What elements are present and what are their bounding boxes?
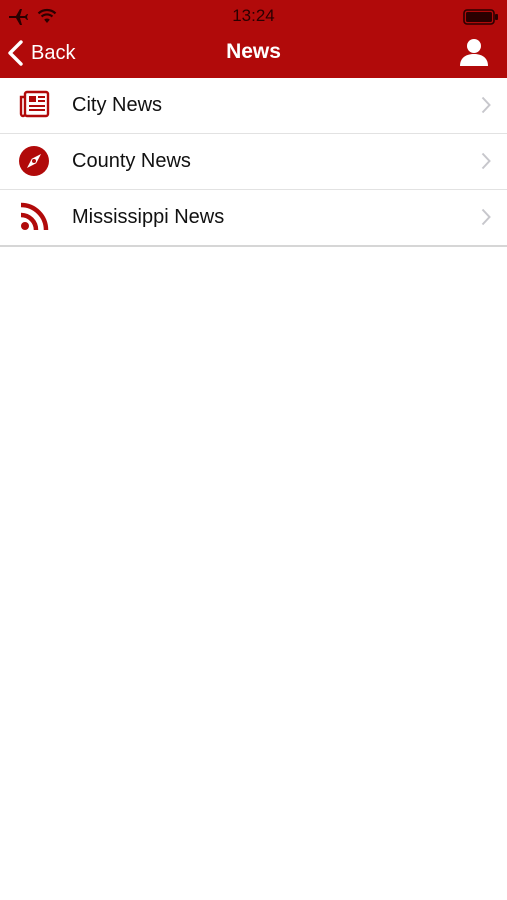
header: 13:24 Back News: [0, 0, 507, 78]
list-item-label: City News: [72, 94, 163, 116]
list-item-label: Mississippi News: [72, 206, 225, 228]
status-bar: 13:24: [0, 0, 507, 32]
rss-icon: [20, 202, 49, 231]
chevron-right-icon: [481, 96, 491, 114]
page-title: News: [226, 40, 281, 63]
navigation-bar: Back News: [0, 32, 507, 78]
compass-icon: [19, 146, 49, 176]
list-item-label: County News: [72, 150, 191, 172]
battery-icon: [463, 9, 498, 25]
newspaper-icon: [19, 90, 50, 118]
news-list: City News County News Mississippi News: [0, 78, 507, 247]
chevron-right-icon: [481, 208, 491, 226]
status-time: 13:24: [232, 6, 275, 25]
app-screen: 13:24 Back News City News County News Mi…: [0, 0, 507, 900]
list-item-city-news[interactable]: City News: [0, 78, 507, 134]
chevron-right-icon: [481, 152, 491, 170]
user-icon[interactable]: [459, 37, 489, 67]
list-item-county-news[interactable]: County News: [0, 134, 507, 190]
list-item-mississippi-news[interactable]: Mississippi News: [0, 190, 507, 245]
